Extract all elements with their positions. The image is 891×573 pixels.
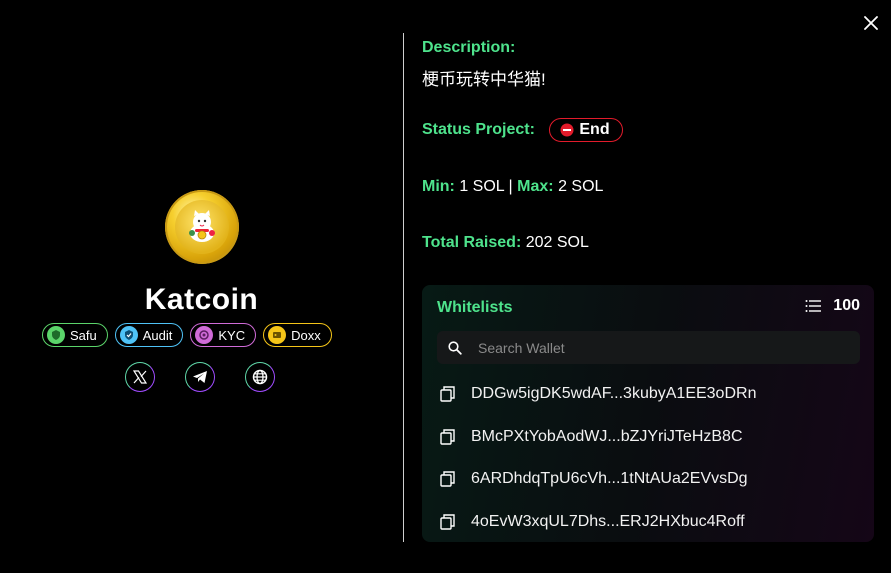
telegram-link[interactable] — [185, 362, 215, 392]
wallet-address: DDGw5igDK5wdAF...3kubyA1EE3oDRn — [471, 385, 757, 402]
wallet-item[interactable]: 6ARDhdqTpU6cVh...1tNtAUa2EVvsDg — [440, 470, 748, 488]
badge-doxx: Doxx — [263, 323, 332, 347]
copy-icon[interactable] — [440, 386, 455, 402]
doxx-icon — [268, 326, 287, 344]
search-icon — [448, 340, 462, 355]
search-wallet-input[interactable] — [476, 338, 840, 357]
close-button[interactable] — [860, 12, 882, 34]
stop-icon — [560, 123, 574, 137]
copy-icon[interactable] — [440, 514, 455, 530]
close-icon — [864, 16, 878, 30]
kyc-icon — [195, 326, 214, 344]
badge-label: KYC — [218, 327, 246, 343]
badge-kyc: KYC — [190, 323, 257, 347]
max-value: 2 SOL — [558, 178, 604, 195]
list-icon — [805, 300, 822, 312]
min-max-row: Min: 1 SOL | Max: 2 SOL — [422, 178, 603, 196]
raised-value: 202 SOL — [525, 234, 589, 251]
x-link[interactable] — [125, 362, 155, 392]
globe-icon — [252, 369, 268, 385]
wallet-address: 4oEvW3xqUL7Dhs...ERJ2HXbuc4Roff — [471, 513, 745, 530]
copy-icon[interactable] — [440, 471, 455, 487]
whitelist-count-value: 100 — [833, 297, 860, 314]
total-raised-row: Total Raised: 202 SOL — [422, 234, 589, 252]
panel-divider — [403, 33, 404, 542]
lucky-cat-icon — [189, 210, 215, 242]
wallet-item[interactable]: BMcPXtYobAodWJ...bZJYriJTeHzB8C — [440, 428, 743, 446]
status-badge: End — [549, 118, 623, 142]
wallet-address: BMcPXtYobAodWJ...bZJYriJTeHzB8C — [471, 428, 743, 445]
project-summary-panel: Katcoin Safu Audit KYC Doxx — [0, 0, 403, 573]
project-name: Katcoin — [144, 283, 259, 316]
website-link[interactable] — [245, 362, 275, 392]
raised-label: Total Raised: — [422, 234, 522, 251]
whitelist-count: 100 — [805, 297, 860, 315]
safu-icon — [47, 326, 65, 344]
audit-icon — [119, 326, 138, 344]
wallet-item[interactable]: 4oEvW3xqUL7Dhs...ERJ2HXbuc4Roff — [440, 513, 745, 531]
badge-safu: Safu — [42, 323, 108, 347]
whitelist-card: Whitelists 100 DDGw5igDK5wdAF...3kubyA1E… — [422, 285, 874, 542]
x-icon — [133, 370, 147, 384]
description-label: Description: — [422, 39, 516, 56]
status-row: Status Project: End — [422, 118, 623, 142]
min-label: Min: — [422, 178, 455, 195]
wallet-address: 6ARDhdqTpU6cVh...1tNtAUa2EVvsDg — [471, 470, 748, 487]
badge-list: Safu Audit KYC Doxx — [42, 323, 332, 347]
social-links — [125, 362, 275, 392]
max-label: Max: — [517, 178, 554, 195]
wallet-item[interactable]: DDGw5igDK5wdAF...3kubyA1EE3oDRn — [440, 385, 756, 403]
badge-label: Safu — [70, 327, 97, 343]
description-text: 梗币玩转中华猫! — [422, 70, 546, 89]
whitelist-title: Whitelists — [437, 299, 513, 316]
project-logo — [165, 190, 239, 264]
badge-audit: Audit — [114, 323, 184, 347]
copy-icon[interactable] — [440, 429, 455, 445]
status-value: End — [579, 121, 610, 138]
badge-label: Doxx — [291, 327, 321, 343]
telegram-icon — [193, 371, 207, 383]
badge-label: Audit — [142, 327, 173, 343]
search-bar — [437, 331, 860, 364]
min-value: 1 SOL — [459, 178, 505, 195]
separator: | — [508, 178, 513, 195]
status-label: Status Project: — [422, 121, 535, 139]
